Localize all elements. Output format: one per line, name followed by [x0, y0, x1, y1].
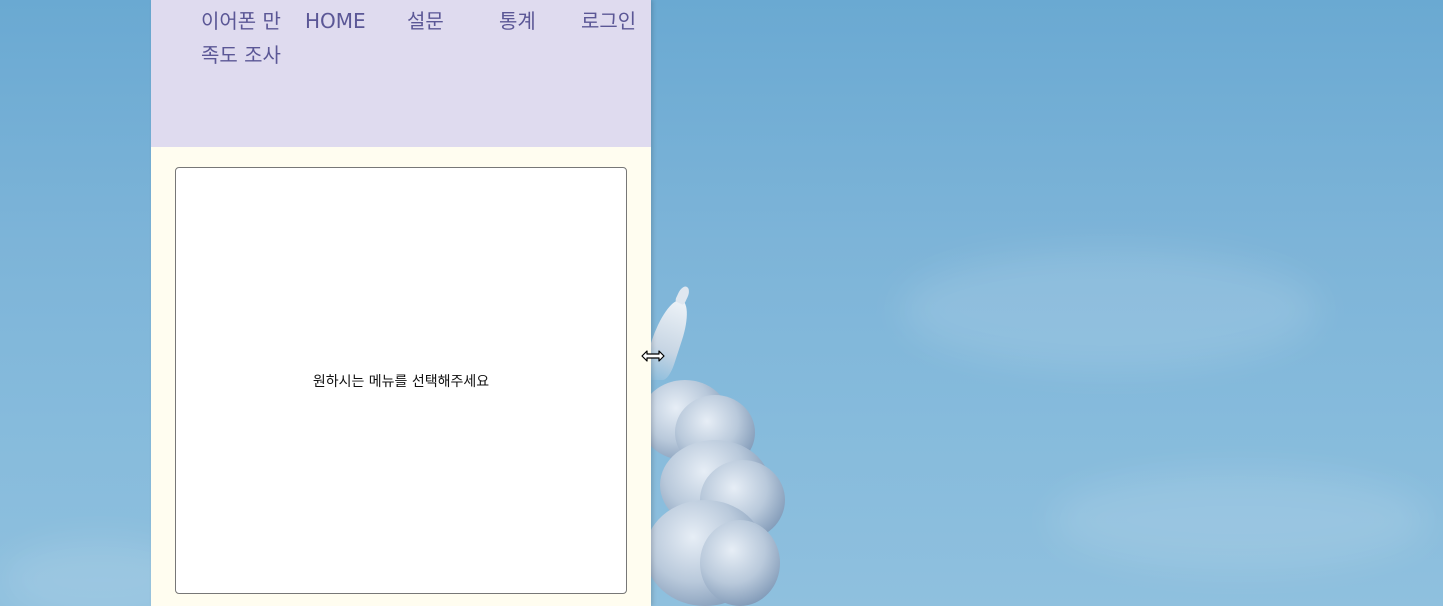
nav-survey-link[interactable]: 설문 [407, 4, 444, 38]
survey-page: 이어폰 만족도 조사 HOME 설문 통계 로그인 원하시는 메뉴를 선택해주세… [151, 0, 651, 606]
rocket-icon [674, 284, 692, 306]
nav-stats-link[interactable]: 통계 [499, 4, 536, 38]
top-nav: 이어폰 만족도 조사 HOME 설문 통계 로그인 [151, 4, 651, 74]
select-menu-prompt: 원하시는 메뉴를 선택해주세요 [312, 373, 490, 390]
page-header: 이어폰 만족도 조사 HOME 설문 통계 로그인 [151, 0, 651, 147]
nav-login-link[interactable]: 로그인 [581, 4, 636, 38]
main-content-panel: 원하시는 메뉴를 선택해주세요 [175, 167, 627, 594]
horizontal-resize-cursor-icon [641, 350, 665, 362]
nav-home-link[interactable]: HOME [305, 4, 366, 38]
site-title-link[interactable]: 이어폰 만족도 조사 [201, 4, 291, 72]
